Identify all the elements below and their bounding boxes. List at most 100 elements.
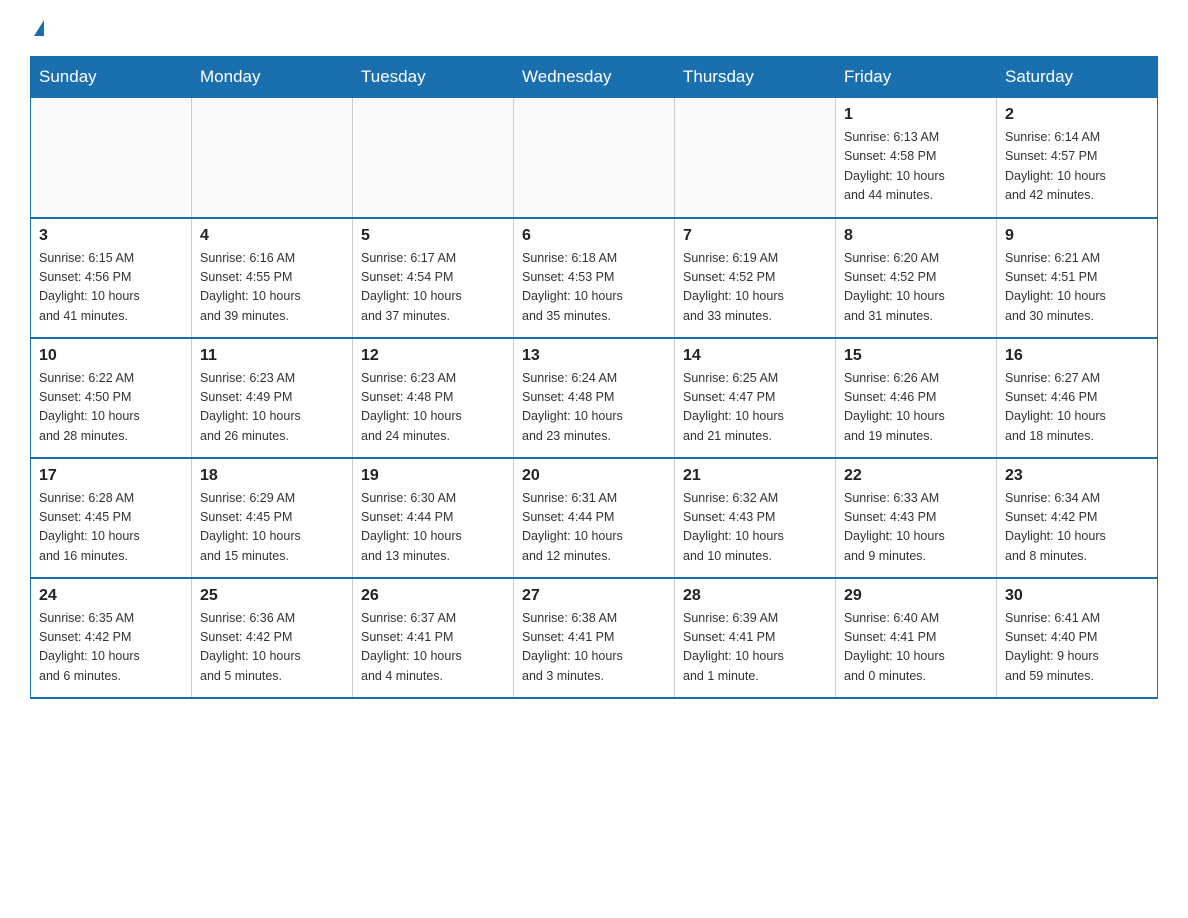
day-number: 8 bbox=[844, 227, 988, 245]
day-number: 2 bbox=[1005, 106, 1149, 124]
day-cell: 30 Sunrise: 6:41 AMSunset: 4:40 PMDayligh… bbox=[997, 578, 1158, 698]
day-cell bbox=[514, 98, 675, 218]
header-cell-thursday: Thursday bbox=[675, 57, 836, 98]
day-cell: 4 Sunrise: 6:16 AMSunset: 4:55 PMDaylight… bbox=[192, 218, 353, 338]
day-number: 18 bbox=[200, 467, 344, 485]
day-number: 5 bbox=[361, 227, 505, 245]
day-number: 6 bbox=[522, 227, 666, 245]
calendar-header: SundayMondayTuesdayWednesdayThursdayFrid… bbox=[31, 57, 1158, 98]
day-cell: 7 Sunrise: 6:19 AMSunset: 4:52 PMDaylight… bbox=[675, 218, 836, 338]
day-info: Sunrise: 6:34 AMSunset: 4:42 PMDaylight:… bbox=[1005, 489, 1149, 567]
day-cell: 11 Sunrise: 6:23 AMSunset: 4:49 PMDayligh… bbox=[192, 338, 353, 458]
day-cell bbox=[353, 98, 514, 218]
header-row: SundayMondayTuesdayWednesdayThursdayFrid… bbox=[31, 57, 1158, 98]
day-info: Sunrise: 6:17 AMSunset: 4:54 PMDaylight:… bbox=[361, 249, 505, 327]
logo-triangle-icon bbox=[34, 20, 44, 36]
day-number: 16 bbox=[1005, 347, 1149, 365]
day-number: 20 bbox=[522, 467, 666, 485]
day-info: Sunrise: 6:20 AMSunset: 4:52 PMDaylight:… bbox=[844, 249, 988, 327]
day-number: 11 bbox=[200, 347, 344, 365]
day-number: 1 bbox=[844, 106, 988, 124]
day-cell bbox=[675, 98, 836, 218]
day-number: 28 bbox=[683, 587, 827, 605]
day-info: Sunrise: 6:27 AMSunset: 4:46 PMDaylight:… bbox=[1005, 369, 1149, 447]
day-info: Sunrise: 6:28 AMSunset: 4:45 PMDaylight:… bbox=[39, 489, 183, 567]
day-info: Sunrise: 6:23 AMSunset: 4:48 PMDaylight:… bbox=[361, 369, 505, 447]
day-cell bbox=[31, 98, 192, 218]
header-cell-saturday: Saturday bbox=[997, 57, 1158, 98]
week-row-1: 1Sunrise: 6:13 AMSunset: 4:58 PMDaylight… bbox=[31, 98, 1158, 218]
header-cell-tuesday: Tuesday bbox=[353, 57, 514, 98]
week-row-3: 10 Sunrise: 6:22 AMSunset: 4:50 PMDayligh… bbox=[31, 338, 1158, 458]
day-info: Sunrise: 6:18 AMSunset: 4:53 PMDaylight:… bbox=[522, 249, 666, 327]
day-number: 21 bbox=[683, 467, 827, 485]
day-number: 17 bbox=[39, 467, 183, 485]
day-cell: 15Sunrise: 6:26 AMSunset: 4:46 PMDayligh… bbox=[836, 338, 997, 458]
day-number: 14 bbox=[683, 347, 827, 365]
day-cell: 20Sunrise: 6:31 AMSunset: 4:44 PMDayligh… bbox=[514, 458, 675, 578]
header-cell-friday: Friday bbox=[836, 57, 997, 98]
day-cell: 18 Sunrise: 6:29 AMSunset: 4:45 PMDayligh… bbox=[192, 458, 353, 578]
day-cell: 28 Sunrise: 6:39 AMSunset: 4:41 PMDayligh… bbox=[675, 578, 836, 698]
day-number: 3 bbox=[39, 227, 183, 245]
day-cell: 9 Sunrise: 6:21 AMSunset: 4:51 PMDaylight… bbox=[997, 218, 1158, 338]
day-cell: 13Sunrise: 6:24 AMSunset: 4:48 PMDayligh… bbox=[514, 338, 675, 458]
week-row-5: 24Sunrise: 6:35 AMSunset: 4:42 PMDayligh… bbox=[31, 578, 1158, 698]
day-number: 10 bbox=[39, 347, 183, 365]
day-info: Sunrise: 6:19 AMSunset: 4:52 PMDaylight:… bbox=[683, 249, 827, 327]
day-number: 29 bbox=[844, 587, 988, 605]
day-info: Sunrise: 6:41 AMSunset: 4:40 PMDaylight:… bbox=[1005, 609, 1149, 687]
day-info: Sunrise: 6:37 AMSunset: 4:41 PMDaylight:… bbox=[361, 609, 505, 687]
day-info: Sunrise: 6:38 AMSunset: 4:41 PMDaylight:… bbox=[522, 609, 666, 687]
day-cell: 16 Sunrise: 6:27 AMSunset: 4:46 PMDayligh… bbox=[997, 338, 1158, 458]
day-info: Sunrise: 6:25 AMSunset: 4:47 PMDaylight:… bbox=[683, 369, 827, 447]
day-number: 27 bbox=[522, 587, 666, 605]
day-cell: 5 Sunrise: 6:17 AMSunset: 4:54 PMDaylight… bbox=[353, 218, 514, 338]
calendar-body: 1Sunrise: 6:13 AMSunset: 4:58 PMDaylight… bbox=[31, 98, 1158, 698]
day-number: 22 bbox=[844, 467, 988, 485]
day-info: Sunrise: 6:21 AMSunset: 4:51 PMDaylight:… bbox=[1005, 249, 1149, 327]
page-header bbox=[30, 20, 1158, 36]
day-cell: 2 Sunrise: 6:14 AMSunset: 4:57 PMDaylight… bbox=[997, 98, 1158, 218]
day-number: 7 bbox=[683, 227, 827, 245]
day-number: 9 bbox=[1005, 227, 1149, 245]
day-info: Sunrise: 6:33 AMSunset: 4:43 PMDaylight:… bbox=[844, 489, 988, 567]
day-cell bbox=[192, 98, 353, 218]
day-info: Sunrise: 6:32 AMSunset: 4:43 PMDaylight:… bbox=[683, 489, 827, 567]
logo bbox=[30, 20, 44, 36]
day-info: Sunrise: 6:26 AMSunset: 4:46 PMDaylight:… bbox=[844, 369, 988, 447]
day-info: Sunrise: 6:40 AMSunset: 4:41 PMDaylight:… bbox=[844, 609, 988, 687]
day-cell: 29 Sunrise: 6:40 AMSunset: 4:41 PMDayligh… bbox=[836, 578, 997, 698]
day-number: 23 bbox=[1005, 467, 1149, 485]
calendar-table: SundayMondayTuesdayWednesdayThursdayFrid… bbox=[30, 56, 1158, 699]
day-number: 25 bbox=[200, 587, 344, 605]
day-number: 4 bbox=[200, 227, 344, 245]
day-info: Sunrise: 6:35 AMSunset: 4:42 PMDaylight:… bbox=[39, 609, 183, 687]
day-info: Sunrise: 6:22 AMSunset: 4:50 PMDaylight:… bbox=[39, 369, 183, 447]
week-row-4: 17 Sunrise: 6:28 AMSunset: 4:45 PMDayligh… bbox=[31, 458, 1158, 578]
day-cell: 21 Sunrise: 6:32 AMSunset: 4:43 PMDayligh… bbox=[675, 458, 836, 578]
day-info: Sunrise: 6:30 AMSunset: 4:44 PMDaylight:… bbox=[361, 489, 505, 567]
day-info: Sunrise: 6:16 AMSunset: 4:55 PMDaylight:… bbox=[200, 249, 344, 327]
day-cell: 19 Sunrise: 6:30 AMSunset: 4:44 PMDayligh… bbox=[353, 458, 514, 578]
day-info: Sunrise: 6:14 AMSunset: 4:57 PMDaylight:… bbox=[1005, 128, 1149, 206]
day-cell: 25Sunrise: 6:36 AMSunset: 4:42 PMDayligh… bbox=[192, 578, 353, 698]
day-cell: 8 Sunrise: 6:20 AMSunset: 4:52 PMDaylight… bbox=[836, 218, 997, 338]
day-number: 19 bbox=[361, 467, 505, 485]
day-cell: 24Sunrise: 6:35 AMSunset: 4:42 PMDayligh… bbox=[31, 578, 192, 698]
day-info: Sunrise: 6:29 AMSunset: 4:45 PMDaylight:… bbox=[200, 489, 344, 567]
day-number: 30 bbox=[1005, 587, 1149, 605]
day-cell: 27 Sunrise: 6:38 AMSunset: 4:41 PMDayligh… bbox=[514, 578, 675, 698]
day-info: Sunrise: 6:39 AMSunset: 4:41 PMDaylight:… bbox=[683, 609, 827, 687]
day-cell: 6 Sunrise: 6:18 AMSunset: 4:53 PMDaylight… bbox=[514, 218, 675, 338]
day-cell: 3 Sunrise: 6:15 AMSunset: 4:56 PMDaylight… bbox=[31, 218, 192, 338]
day-cell: 10 Sunrise: 6:22 AMSunset: 4:50 PMDayligh… bbox=[31, 338, 192, 458]
day-cell: 26Sunrise: 6:37 AMSunset: 4:41 PMDayligh… bbox=[353, 578, 514, 698]
header-cell-monday: Monday bbox=[192, 57, 353, 98]
day-cell: 23 Sunrise: 6:34 AMSunset: 4:42 PMDayligh… bbox=[997, 458, 1158, 578]
day-cell: 14 Sunrise: 6:25 AMSunset: 4:47 PMDayligh… bbox=[675, 338, 836, 458]
day-info: Sunrise: 6:23 AMSunset: 4:49 PMDaylight:… bbox=[200, 369, 344, 447]
day-info: Sunrise: 6:15 AMSunset: 4:56 PMDaylight:… bbox=[39, 249, 183, 327]
day-cell: 17 Sunrise: 6:28 AMSunset: 4:45 PMDayligh… bbox=[31, 458, 192, 578]
header-cell-wednesday: Wednesday bbox=[514, 57, 675, 98]
